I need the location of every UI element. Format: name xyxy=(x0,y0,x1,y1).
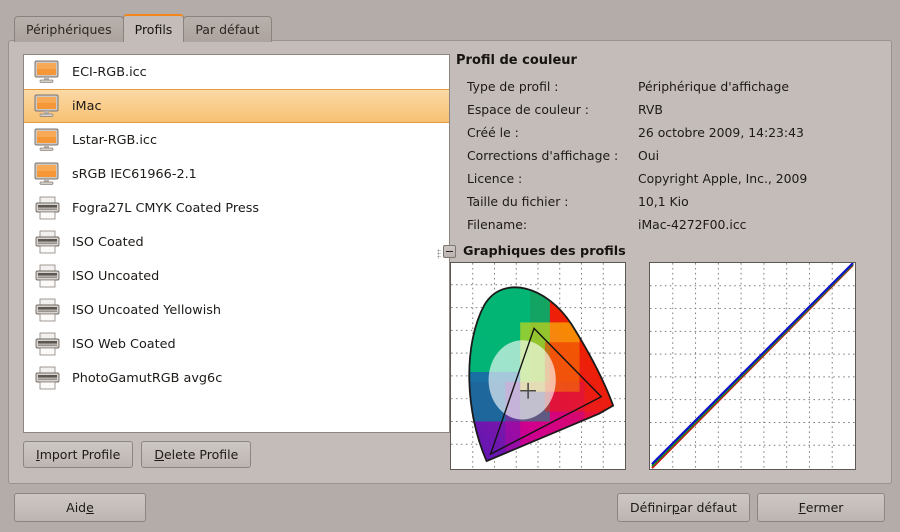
list-item[interactable]: PhotoGamutRGB avg6c xyxy=(24,361,449,395)
delete-profile-button[interactable]: Delete Profile xyxy=(141,441,252,468)
list-item-label: ISO Coated xyxy=(72,234,144,250)
detail-row: Espace de couleur : RVB xyxy=(456,98,880,121)
set-default-button[interactable]: Définir p ar défaut xyxy=(617,493,750,522)
graphs-expander[interactable]: Graphiques des profils xyxy=(443,244,626,259)
detail-value: RVB xyxy=(638,102,663,117)
list-item-label: ISO Web Coated xyxy=(72,336,176,352)
import-profile-button[interactable]: Import Profile xyxy=(23,441,134,468)
list-item-label: ECI-RGB.icc xyxy=(72,64,147,80)
list-item[interactable]: sRGB IEC61966-2.1 xyxy=(24,157,449,191)
tone-response-curve-chart xyxy=(649,262,856,470)
detail-key: Licence : xyxy=(467,171,523,186)
help-label-pre: Aid xyxy=(66,500,87,515)
printer-icon xyxy=(32,365,62,391)
close-mnemonic: F xyxy=(798,500,806,515)
profile-list[interactable]: ECI-RGB.icc iMac Lstar-RGB.icc sRGB IEC6… xyxy=(23,54,450,433)
tab-peripheriques[interactable]: Périphériques xyxy=(14,16,124,42)
list-item[interactable]: ISO Web Coated xyxy=(24,327,449,361)
list-item[interactable]: ECI-RGB.icc xyxy=(24,55,449,89)
list-action-buttons: Import Profile Delete Profile xyxy=(23,441,252,468)
detail-row: Type de profil : Périphérique d'affichag… xyxy=(456,75,880,98)
detail-row: Taille du fichier : 10,1 Kio xyxy=(456,190,880,213)
collapse-minus-icon[interactable] xyxy=(443,245,456,258)
monitor-icon xyxy=(32,93,62,119)
close-button[interactable]: Fermer xyxy=(757,493,885,522)
detail-value: Oui xyxy=(638,148,660,163)
list-item[interactable]: Lstar-RGB.icc xyxy=(24,123,449,157)
list-item-label: ISO Uncoated Yellowish xyxy=(72,302,222,318)
detail-value: 26 octobre 2009, 14:23:43 xyxy=(638,125,804,140)
cie-chromaticity-chart xyxy=(450,262,626,470)
monitor-icon xyxy=(32,59,62,85)
tab-par-defaut[interactable]: Par défaut xyxy=(183,16,272,42)
detail-value: Périphérique d'affichage xyxy=(638,79,789,94)
list-item[interactable]: ISO Coated xyxy=(24,225,449,259)
profile-detail-panel: Profil de couleur Type de profil : Périp… xyxy=(456,53,880,236)
detail-key: Corrections d'affichage : xyxy=(467,148,619,163)
printer-icon xyxy=(32,331,62,357)
list-item[interactable]: Fogra27L CMYK Coated Press xyxy=(24,191,449,225)
detail-key: Espace de couleur : xyxy=(467,102,589,117)
list-item-selected[interactable]: iMac xyxy=(24,89,449,123)
tab-label: Par défaut xyxy=(195,22,260,37)
list-item-label: iMac xyxy=(72,98,102,114)
detail-row: Filename: iMac-4272F00.icc xyxy=(456,213,880,236)
list-item-label: PhotoGamutRGB avg6c xyxy=(72,370,223,386)
detail-row: Licence : Copyright Apple, Inc., 2009 xyxy=(456,167,880,190)
printer-icon xyxy=(32,263,62,289)
help-button[interactable]: Aid e xyxy=(14,493,146,522)
monitor-icon xyxy=(32,127,62,153)
list-item-label: ISO Uncoated xyxy=(72,268,160,284)
detail-title: Profil de couleur xyxy=(456,53,577,68)
list-item[interactable]: ISO Uncoated Yellowish xyxy=(24,293,449,327)
dialog-action-bar: Aid e Définir p ar défaut Fermer xyxy=(0,488,900,532)
list-item-label: sRGB IEC61966-2.1 xyxy=(72,166,197,182)
tab-label: Profils xyxy=(134,21,173,37)
set-default-mnemonic: p xyxy=(671,500,680,515)
printer-icon xyxy=(32,195,62,221)
list-item-label: Fogra27L CMYK Coated Press xyxy=(72,200,260,216)
set-default-label-pre: Définir xyxy=(630,500,672,515)
close-label-post: ermer xyxy=(805,500,844,515)
detail-row: Créé le : 26 octobre 2009, 14:23:43 xyxy=(456,121,880,144)
delete-mnemonic: D xyxy=(154,447,164,462)
detail-value: Copyright Apple, Inc., 2009 xyxy=(638,171,808,186)
import-profile-label: mport Profile xyxy=(39,447,121,462)
detail-value: iMac-4272F00.icc xyxy=(638,217,747,232)
help-mnemonic: e xyxy=(86,500,94,515)
detail-key: Créé le : xyxy=(467,125,519,140)
list-item-label: Lstar-RGB.icc xyxy=(72,132,157,148)
detail-key: Type de profil : xyxy=(467,79,559,94)
printer-icon xyxy=(32,229,62,255)
monitor-icon xyxy=(32,161,62,187)
tab-bar: Périphériques Profils Par défaut xyxy=(14,14,272,42)
detail-row: Corrections d'affichage : Oui xyxy=(456,144,880,167)
detail-value: 10,1 Kio xyxy=(638,194,689,209)
list-item[interactable]: ISO Uncoated xyxy=(24,259,449,293)
trc-blue-line xyxy=(651,263,854,465)
set-default-label-post: ar défaut xyxy=(679,500,737,515)
resize-grip[interactable] xyxy=(437,249,441,259)
tab-profils[interactable]: Profils xyxy=(122,14,185,42)
graphs-section-label: Graphiques des profils xyxy=(463,244,626,259)
detail-key: Taille du fichier : xyxy=(467,194,569,209)
tab-label: Périphériques xyxy=(26,22,112,37)
delete-profile-label: elete Profile xyxy=(163,447,239,462)
printer-icon xyxy=(32,297,62,323)
detail-key: Filename: xyxy=(467,217,528,232)
color-profiles-window: Périphériques Profils Par défaut ECI-RGB… xyxy=(0,0,900,532)
